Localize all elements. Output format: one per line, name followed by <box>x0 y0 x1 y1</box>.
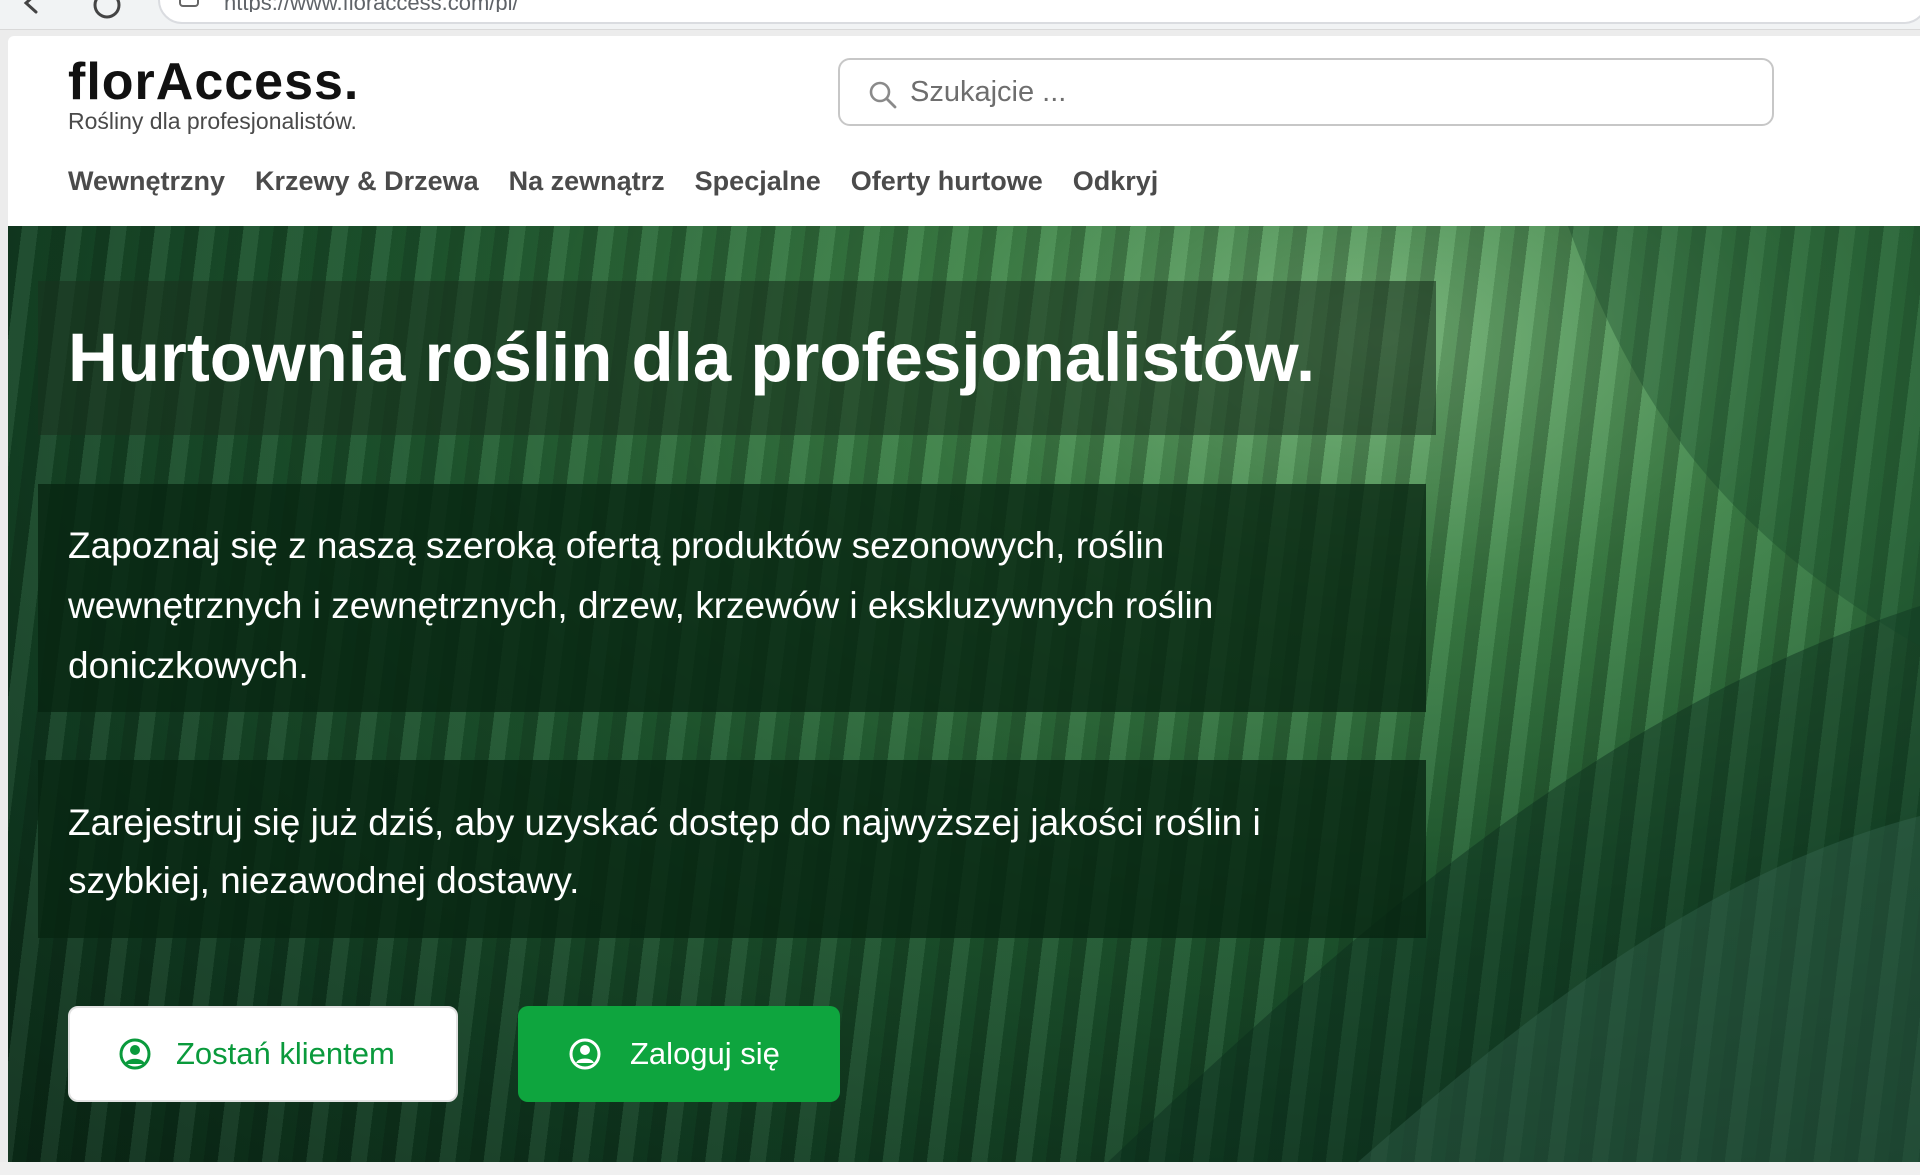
tagline: Rośliny dla profesjonalistów. <box>68 108 357 134</box>
site-logo[interactable]: florAccess. <box>68 54 359 110</box>
nav-item-krzewy-drzewa[interactable]: Krzewy & Drzewa <box>255 166 479 197</box>
user-circle-icon <box>569 1038 601 1070</box>
become-client-button[interactable]: Zostań klientem <box>68 1006 458 1102</box>
search-icon <box>869 81 897 109</box>
nav-item-na-zewnatrz[interactable]: Na zewnątrz <box>509 166 665 197</box>
login-label: Zaloguj się <box>630 1036 780 1071</box>
address-bar-url[interactable]: https://www.floraccess.com/pl/ <box>224 0 519 12</box>
search-box[interactable] <box>838 58 1774 126</box>
nav-item-odkryj[interactable]: Odkryj <box>1073 166 1159 197</box>
search-input[interactable] <box>910 68 1750 116</box>
user-add-icon <box>119 1038 151 1070</box>
nav-item-wewnetrzny[interactable]: Wewnętrzny <box>68 166 225 197</box>
back-arrow-icon[interactable] <box>20 0 46 16</box>
hero-title: Hurtownia roślin dla profesjonalistów. <box>68 319 1316 396</box>
hero-banner: Hurtownia roślin dla profesjonalistów. Z… <box>8 226 1920 1162</box>
nav-item-oferty-hurtowe[interactable]: Oferty hurtowe <box>851 166 1043 197</box>
become-client-label: Zostań klientem <box>176 1036 395 1071</box>
browser-toolbar: https://www.floraccess.com/pl/ <box>0 0 1920 30</box>
site-info-icon[interactable] <box>178 0 200 10</box>
nav-item-specjalne[interactable]: Specjalne <box>695 166 821 197</box>
hero-cta-text: Zarejestruj się już dziś, aby uzyskać do… <box>68 802 1261 901</box>
page: florAccess. Rośliny dla profesjonalistów… <box>8 36 1920 1162</box>
main-nav: Wewnętrzny Krzewy & Drzewa Na zewnątrz S… <box>68 166 1158 197</box>
hero-intro-text: Zapoznaj się z naszą szeroką ofertą prod… <box>68 525 1214 686</box>
logo-text[interactable]: florAccess. <box>68 54 359 110</box>
login-button[interactable]: Zaloguj się <box>518 1006 840 1102</box>
reload-icon[interactable] <box>90 0 124 22</box>
page-bottom-edge <box>0 1162 1920 1175</box>
